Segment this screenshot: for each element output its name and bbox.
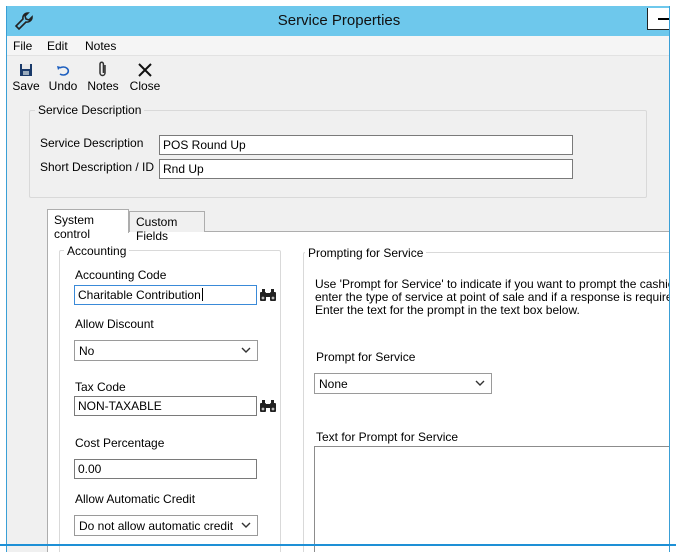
prompt-for-service-label: Prompt for Service xyxy=(316,350,416,364)
paperclip-icon xyxy=(99,61,106,77)
text-for-prompt-textarea[interactable] xyxy=(314,446,669,552)
menu-edit[interactable]: Edit xyxy=(47,39,68,53)
toolbar: Save Undo Notes Close xyxy=(7,58,669,100)
undo-label: Undo xyxy=(48,79,78,93)
close-button[interactable]: Close xyxy=(125,61,165,93)
accounting-code-label: Accounting Code xyxy=(75,268,167,282)
prompt-help-text-line-3: Enter the text for the prompt in the tex… xyxy=(315,303,580,317)
menu-notes[interactable]: Notes xyxy=(85,39,116,53)
allow-discount-select[interactable]: No xyxy=(74,340,258,361)
close-label: Close xyxy=(129,79,161,93)
allow-automatic-credit-label: Allow Automatic Credit xyxy=(75,492,196,506)
allow-discount-label: Allow Discount xyxy=(75,317,154,331)
title-bar[interactable]: Service Properties xyxy=(7,6,669,36)
chevron-down-icon xyxy=(475,380,485,386)
chevron-down-icon xyxy=(241,347,251,353)
allow-automatic-credit-select[interactable]: Do not allow automatic credit xyxy=(74,515,258,536)
binoculars-icon[interactable] xyxy=(259,398,277,414)
notes-label: Notes xyxy=(87,79,119,93)
notes-button[interactable]: Notes xyxy=(83,61,123,93)
prompt-for-service-value: None xyxy=(319,377,348,391)
close-x-icon xyxy=(138,63,152,77)
text-for-prompt-label: Text for Prompt for Service xyxy=(316,430,459,444)
cost-percentage-label: Cost Percentage xyxy=(75,436,165,450)
text-caret xyxy=(201,288,203,301)
minimize-button[interactable] xyxy=(647,8,669,30)
accounting-code-value: Charitable Contribution xyxy=(78,288,201,302)
floppy-disk-icon xyxy=(20,64,32,76)
service-properties-window: Service Properties File Edit Notes Save … xyxy=(6,6,670,552)
accounting-group-label: Accounting xyxy=(64,244,130,258)
service-description-group-label: Service Description xyxy=(35,103,145,117)
menu-file[interactable]: File xyxy=(13,39,32,53)
menu-bar: File Edit Notes xyxy=(7,36,669,56)
short-description-field[interactable]: Rnd Up xyxy=(159,159,573,179)
prompt-for-service-select[interactable]: None xyxy=(314,373,492,394)
window-bottom-border xyxy=(0,544,676,546)
save-button[interactable]: Save xyxy=(9,61,43,93)
service-description-field[interactable]: POS Round Up xyxy=(159,135,573,155)
save-label: Save xyxy=(12,79,40,93)
prompting-group-label: Prompting for Service xyxy=(305,246,427,260)
undo-arrow-icon xyxy=(57,66,70,76)
allow-discount-value: No xyxy=(79,344,95,358)
chevron-down-icon xyxy=(241,522,251,528)
minimize-icon xyxy=(658,18,669,20)
allow-automatic-credit-value: Do not allow automatic credit xyxy=(79,519,234,533)
tax-code-label: Tax Code xyxy=(75,380,126,394)
undo-button[interactable]: Undo xyxy=(45,61,81,93)
tab-custom-fields[interactable]: Custom Fields xyxy=(129,211,205,243)
prompt-help-text-line-2: enter the type of service at point of sa… xyxy=(315,290,670,304)
cost-percentage-field[interactable]: 0.00 xyxy=(74,459,257,479)
tab-system-control[interactable]: System control xyxy=(47,209,129,241)
prompt-help-text-line-1: Use 'Prompt for Service' to indicate if … xyxy=(315,277,670,291)
tax-code-field[interactable]: NON-TAXABLE xyxy=(74,396,257,416)
service-description-label: Service Description xyxy=(40,136,144,150)
accounting-code-field[interactable]: Charitable Contribution xyxy=(74,285,257,305)
window-title: Service Properties xyxy=(277,12,401,29)
short-description-label: Short Description / ID xyxy=(40,160,155,174)
binoculars-icon[interactable] xyxy=(259,287,277,303)
